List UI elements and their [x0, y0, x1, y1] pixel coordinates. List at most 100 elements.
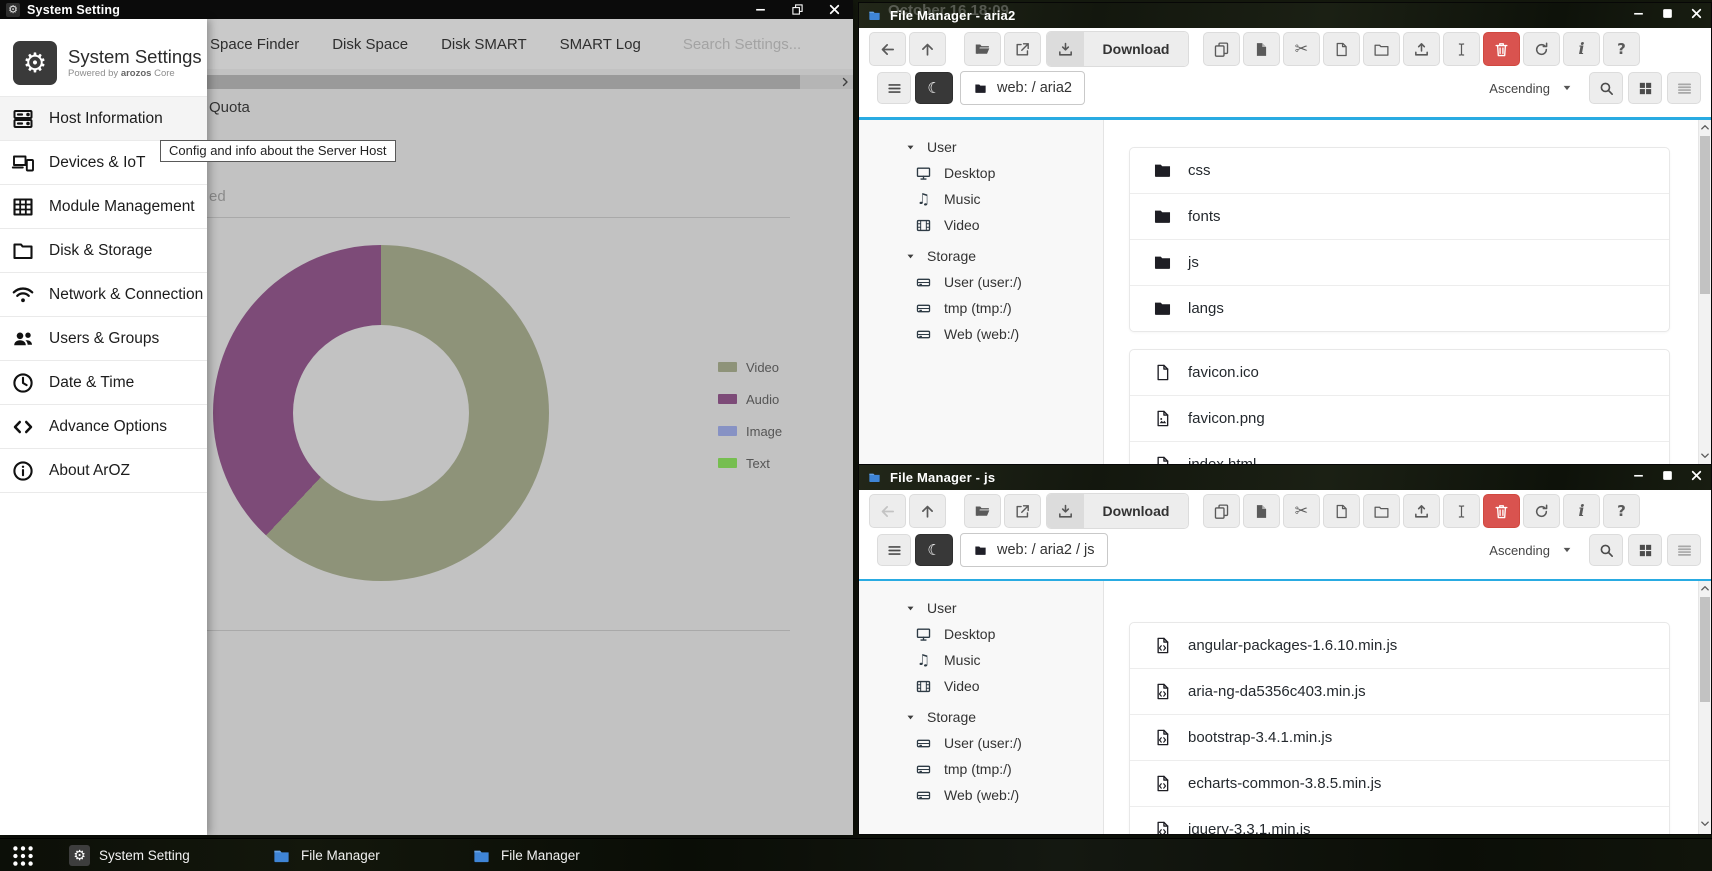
refresh-button[interactable]	[1523, 32, 1560, 66]
cut-button[interactable]: ✂	[1283, 32, 1320, 66]
tab-scrollbar-thumb[interactable]	[207, 75, 800, 89]
file-row-bootstrap-3-4-1-min-js[interactable]: bootstrap-3.4.1.min.js	[1130, 715, 1669, 761]
scrollbar[interactable]	[1698, 581, 1711, 834]
file-row-fonts[interactable]: fonts	[1130, 194, 1669, 240]
app-launcher-button[interactable]	[10, 839, 36, 871]
file-row-jquery-3-3-1-min-js[interactable]: jquery-3.3.1.min.js	[1130, 807, 1669, 834]
titlebar[interactable]: File Manager - js	[859, 465, 1711, 490]
delete-button[interactable]	[1483, 494, 1520, 528]
menu-button[interactable]	[877, 534, 911, 566]
refresh-button[interactable]	[1523, 494, 1560, 528]
tab-scrollbar[interactable]	[207, 75, 853, 89]
minimize-button[interactable]	[1632, 469, 1645, 487]
info-button[interactable]: i	[1563, 32, 1600, 66]
close-button[interactable]	[816, 0, 853, 19]
tree-item-music[interactable]: ♫Music	[859, 186, 1103, 212]
maximize-button[interactable]	[1661, 7, 1674, 25]
search-button[interactable]	[1589, 72, 1623, 104]
file-row-js[interactable]: js	[1130, 240, 1669, 286]
tree-item-video[interactable]: Video	[859, 212, 1103, 238]
tree-item-music[interactable]: ♫Music	[859, 647, 1103, 673]
sidebar-item-advance-options[interactable]: Advance Options	[0, 405, 207, 449]
scrollbar-thumb[interactable]	[1700, 136, 1710, 294]
external-link-button[interactable]	[1004, 494, 1041, 528]
new-file-button[interactable]	[1323, 494, 1360, 528]
file-row-langs[interactable]: langs	[1130, 286, 1669, 331]
legend-item-video[interactable]: Video	[718, 351, 782, 383]
maximize-button[interactable]	[1661, 469, 1674, 487]
tree-item-desktop[interactable]: Desktop	[859, 160, 1103, 186]
external-link-button[interactable]	[1004, 32, 1041, 66]
legend-item-image[interactable]: Image	[718, 415, 782, 447]
tree-toggle-user[interactable]: User	[859, 595, 1103, 621]
download-button[interactable]: Download	[1046, 493, 1189, 529]
download-button[interactable]: Download	[1046, 31, 1189, 67]
upload-button[interactable]	[1403, 32, 1440, 66]
tree-toggle-storage[interactable]: Storage	[859, 243, 1103, 269]
grid-view-button[interactable]	[1628, 534, 1662, 566]
tab-disk-space[interactable]: Disk Space	[332, 36, 408, 53]
tree-item-desktop[interactable]: Desktop	[859, 621, 1103, 647]
new-folder-button[interactable]	[1363, 494, 1400, 528]
file-row-echarts-common-3-8-5-min-js[interactable]: echarts-common-3.8.5.min.js	[1130, 761, 1669, 807]
sidebar-item-module-management[interactable]: Module Management	[0, 185, 207, 229]
tree-item-web-web[interactable]: Web (web:/)	[859, 782, 1103, 808]
scroll-right-icon[interactable]	[839, 76, 851, 88]
sidebar-item-users-groups[interactable]: Users & Groups	[0, 317, 207, 361]
taskbar-item-file-manager-2[interactable]: File Manager	[471, 839, 580, 871]
help-button[interactable]: ?	[1603, 32, 1640, 66]
scroll-up-icon[interactable]	[1699, 583, 1711, 594]
sidebar-item-date-time[interactable]: Date & Time	[0, 361, 207, 405]
minimize-button[interactable]	[1632, 7, 1645, 25]
maximize-button[interactable]	[779, 0, 816, 19]
breadcrumb[interactable]: web: / aria2	[960, 71, 1085, 105]
tree-toggle-user[interactable]: User	[859, 134, 1103, 160]
help-button[interactable]: ?	[1603, 494, 1640, 528]
search-settings-input[interactable]: Search Settings...	[683, 36, 801, 53]
up-button[interactable]	[909, 32, 946, 66]
scroll-up-icon[interactable]	[1699, 122, 1711, 133]
sort-dropdown[interactable]: Ascending	[1489, 81, 1572, 96]
system-settings-titlebar[interactable]: ⚙ System Setting	[0, 0, 853, 19]
list-view-button[interactable]	[1667, 534, 1701, 566]
info-button[interactable]: i	[1563, 494, 1600, 528]
new-file-button[interactable]	[1323, 32, 1360, 66]
tree-item-tmp-tmp[interactable]: tmp (tmp:/)	[859, 295, 1103, 321]
new-folder-button[interactable]	[1363, 32, 1400, 66]
tab-space-finder[interactable]: Space Finder	[210, 36, 299, 53]
dark-mode-button[interactable]: ☾	[915, 534, 953, 566]
up-button[interactable]	[909, 494, 946, 528]
sidebar-item-host-information[interactable]: Host Information	[0, 97, 207, 141]
scroll-down-icon[interactable]	[1699, 818, 1711, 829]
dark-mode-button[interactable]: ☾	[915, 72, 953, 104]
scroll-down-icon[interactable]	[1699, 450, 1711, 461]
open-folder-button[interactable]	[964, 32, 1001, 66]
tree-toggle-storage[interactable]: Storage	[859, 704, 1103, 730]
file-row-favicon-png[interactable]: favicon.png	[1130, 396, 1669, 442]
tree-item-video[interactable]: Video	[859, 673, 1103, 699]
breadcrumb[interactable]: web: / aria2 / js	[960, 533, 1108, 567]
taskbar-item-system-setting[interactable]: ⚙ System Setting	[69, 839, 190, 871]
taskbar-item-file-manager-1[interactable]: File Manager	[271, 839, 380, 871]
menu-button[interactable]	[877, 72, 911, 104]
search-button[interactable]	[1589, 534, 1623, 566]
scrollbar-thumb[interactable]	[1700, 597, 1710, 702]
sidebar-item-network-connection[interactable]: Network & Connection	[0, 273, 207, 317]
upload-button[interactable]	[1403, 494, 1440, 528]
list-view-button[interactable]	[1667, 72, 1701, 104]
back-button[interactable]	[869, 494, 906, 528]
close-button[interactable]	[1690, 469, 1703, 487]
tree-item-user-user[interactable]: User (user:/)	[859, 730, 1103, 756]
grid-view-button[interactable]	[1628, 72, 1662, 104]
rename-button[interactable]	[1443, 494, 1480, 528]
rename-button[interactable]	[1443, 32, 1480, 66]
open-folder-button[interactable]	[964, 494, 1001, 528]
paste-button[interactable]	[1243, 32, 1280, 66]
paste-button[interactable]	[1243, 494, 1280, 528]
tab-disk-smart[interactable]: Disk SMART	[441, 36, 527, 53]
cut-button[interactable]: ✂	[1283, 494, 1320, 528]
file-row-aria-ng-da5356c403-min-js[interactable]: aria-ng-da5356c403.min.js	[1130, 669, 1669, 715]
minimize-button[interactable]	[742, 0, 779, 19]
tree-item-web-web[interactable]: Web (web:/)	[859, 321, 1103, 347]
tree-item-tmp-tmp[interactable]: tmp (tmp:/)	[859, 756, 1103, 782]
